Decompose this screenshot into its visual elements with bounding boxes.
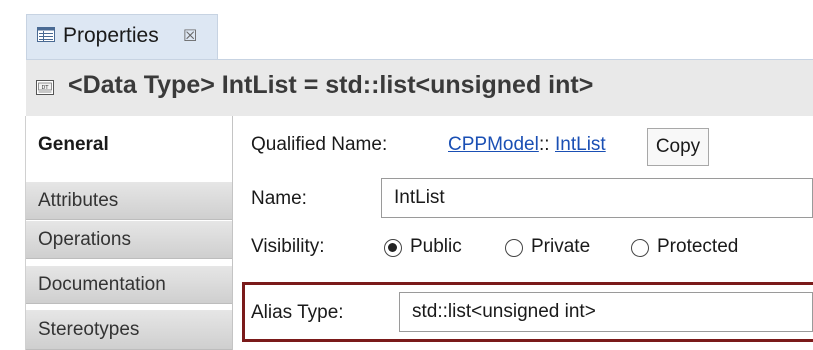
visibility-public-label[interactable]: Public — [410, 236, 462, 258]
alias-type-field[interactable]: std::list<unsigned int> — [399, 292, 813, 332]
page-title: <Data Type> IntList = std::list<unsigned… — [68, 71, 594, 99]
section-tab-stereotypes[interactable]: Stereotypes — [26, 310, 232, 350]
qualified-name-separator: :: — [539, 134, 550, 155]
properties-view-tab[interactable]: Properties ☒ — [26, 14, 218, 60]
visibility-protected-label[interactable]: Protected — [657, 236, 738, 258]
properties-view-icon — [37, 27, 55, 42]
alias-type-label: Alias Type: — [251, 302, 344, 323]
name-field[interactable]: IntList — [381, 178, 813, 218]
name-label: Name: — [251, 188, 307, 209]
section-tab-operations[interactable]: Operations — [26, 221, 232, 259]
visibility-protected-radio[interactable] — [631, 239, 649, 257]
close-icon[interactable]: ☒ — [183, 26, 197, 46]
visibility-private-label[interactable]: Private — [531, 236, 590, 258]
qualified-name-link-intlist[interactable]: IntList — [555, 134, 606, 156]
qualified-name-label: Qualified Name: — [251, 134, 388, 155]
section-tab-general[interactable]: General — [26, 124, 232, 166]
copy-button[interactable]: Copy — [647, 128, 709, 166]
general-section-content: Qualified Name: CPPModel :: IntList Copy… — [233, 116, 813, 350]
section-tab-documentation[interactable]: Documentation — [26, 266, 232, 304]
data-type-icon: DT — [36, 80, 54, 95]
svg-text:DT: DT — [42, 85, 50, 91]
qualified-name-link-cppmodel[interactable]: CPPModel — [448, 134, 539, 156]
section-tab-list: General Attributes Operations Documentat… — [26, 116, 232, 350]
view-tab-bar: Properties ☒ — [0, 0, 813, 60]
visibility-label: Visibility: — [251, 236, 325, 257]
properties-tab-label: Properties — [63, 24, 159, 47]
section-tab-attributes[interactable]: Attributes — [26, 182, 232, 220]
visibility-private-radio[interactable] — [505, 239, 523, 257]
visibility-public-radio[interactable] — [384, 239, 402, 257]
properties-title-bar: DT <Data Type> IntList = std::list<unsig… — [26, 60, 813, 116]
